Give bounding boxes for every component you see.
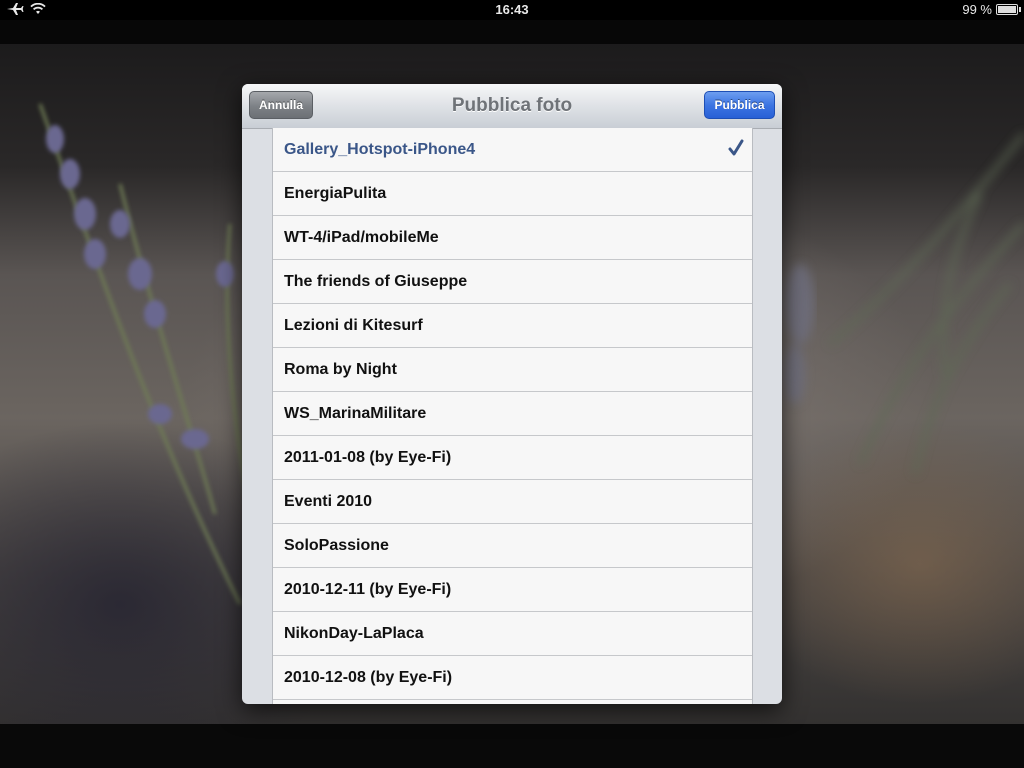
album-list[interactable]: Gallery_Hotspot-iPhone4 EnergiaPulita WT-4… [272,128,753,704]
album-row[interactable]: WS_MarinaMilitare [273,392,752,436]
publish-button[interactable]: Pubblica [704,91,775,119]
album-row[interactable]: SoloPassione [273,524,752,568]
album-row[interactable]: 2010-12-11 (by Eye-Fi) [273,568,752,612]
top-band [0,20,1024,44]
album-row[interactable]: WT-4/iPad/mobileMe [273,216,752,260]
popover-navbar: Annulla Pubblica foto Pubblica [242,84,782,129]
album-label: SoloPassione [284,536,389,554]
popover-title: Pubblica foto [451,95,573,116]
album-row[interactable]: Lezioni di Kitesurf [273,304,752,348]
album-label: The friends of Giuseppe [284,272,468,290]
album-row[interactable]: NikonDay-LaPlaca [273,612,752,656]
album-label: Gallery_Hotspot-iPhone4 [284,140,476,158]
album-row[interactable]: 2011-01-08 (by Eye-Fi) [273,436,752,480]
album-label: 2010-12-08 (by Eye-Fi) [284,668,453,686]
status-bar: 16:43 99 % [0,0,1024,20]
album-label: 2010-12-11 (by Eye-Fi) [284,580,452,598]
album-row[interactable]: Gallery_Hotspot-iPhone4 [273,128,752,172]
album-label: NikonDay-LaPlaca [284,624,424,642]
album-row[interactable]: Roma by Night [273,348,752,392]
album-label: WS_MarinaMilitare [284,404,427,422]
album-label: Eventi 2010 [284,492,373,510]
album-row[interactable]: Eventi 2010 [273,480,752,524]
album-label: Roma by Night [284,360,397,378]
status-right: 99 % [962,2,1021,17]
publish-popover: Annulla Pubblica foto Pubblica Gallery_H… [242,84,782,704]
bottom-bar [0,724,1024,768]
album-row[interactable]: 2010-12-08 (by Eye-Fi) [273,656,752,700]
battery-percent: 99 % [962,2,992,17]
battery-fill [998,6,1016,13]
album-label: 2011-01-08 (by Eye-Fi) [284,448,452,466]
album-row[interactable]: The friends of Giuseppe [273,260,752,304]
status-time: 16:43 [495,2,529,17]
album-label: Lezioni di Kitesurf [284,316,423,334]
album-label: WT-4/iPad/mobileMe [284,228,439,246]
album-row[interactable]: EnergiaPulita [273,172,752,216]
checkmark-icon [728,139,744,157]
battery-icon [996,4,1021,15]
album-label: EnergiaPulita [284,184,387,202]
